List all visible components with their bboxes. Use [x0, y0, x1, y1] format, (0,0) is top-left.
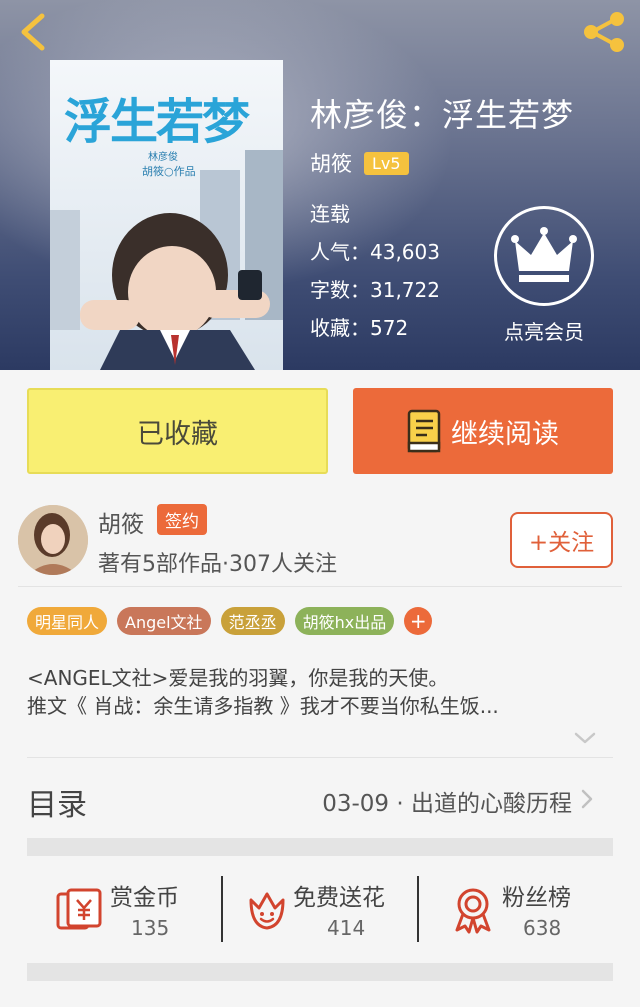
catalog-row[interactable]: 目录 03-09 · 出道的心酸历程	[0, 758, 640, 838]
follow-button[interactable]: +关注	[510, 512, 613, 568]
tag-list: 明星同人 Angel文社 范丞丞 胡筱hx出品 +	[27, 606, 433, 636]
book-info: 林彦俊：浮生若梦 胡筱 Lv5 连载 人气：43,603 字数：31,722 收…	[310, 90, 575, 340]
coin-envelope-icon	[56, 888, 102, 930]
divider	[18, 586, 622, 587]
author-works-summary: 著有5部作品·307人关注	[98, 552, 337, 577]
cover-subtitle: 林彦俊	[148, 150, 178, 163]
reward-coins-label: 赏金币	[110, 885, 179, 911]
cover-artwork: 浮生若梦 林彦俊 胡筱○作品	[50, 60, 283, 370]
send-flower-label: 免费送花	[293, 885, 385, 911]
fan-ranking-value: 638	[523, 916, 562, 940]
tag-chip[interactable]: 明星同人	[27, 607, 108, 635]
signed-badge: 签约	[157, 504, 207, 535]
add-tag-button[interactable]: +	[404, 607, 433, 635]
cover-title: 浮生若梦	[64, 94, 250, 150]
book-icon	[407, 409, 441, 453]
send-flower-button[interactable]: 免费送花 414	[223, 856, 417, 963]
description-line-2: 推文《 肖战：余生请多指教 》我才不要当你私生饭...	[27, 694, 499, 718]
book-title: 林彦俊：浮生若梦	[310, 96, 575, 134]
avatar[interactable]	[18, 505, 88, 575]
book-status: 连载	[310, 202, 350, 226]
action-bar: 已收藏 继续阅读	[0, 370, 640, 490]
reward-coins-value: 135	[131, 916, 170, 940]
section-separator	[27, 838, 613, 856]
cover-credit: 胡筱○作品	[142, 164, 196, 178]
back-button[interactable]	[14, 10, 58, 54]
catalog-title: 目录	[27, 788, 87, 823]
fan-ranking-button[interactable]: 粉丝榜 638	[419, 856, 640, 963]
send-flower-value: 414	[327, 916, 366, 940]
fan-ranking-label: 粉丝榜	[502, 885, 571, 911]
book-cover[interactable]: 浮生若梦 林彦俊 胡筱○作品	[50, 60, 283, 370]
latest-chapter: 03-09 · 出道的心酸历程	[322, 791, 572, 817]
share-button[interactable]	[578, 10, 630, 54]
book-favorites: 收藏：572	[310, 316, 409, 340]
tag-chip[interactable]: Angel文社	[117, 607, 211, 635]
author-profile: 胡筱 签约 著有5部作品·307人关注 +关注	[0, 490, 640, 588]
avatar-image	[18, 505, 88, 575]
chevron-right-icon	[581, 789, 593, 809]
chevron-down-icon[interactable]	[573, 730, 597, 746]
book-header: 浮生若梦 林彦俊 胡筱○作品 林彦俊：浮生若梦 胡筱 Lv5 连载 人气：43,…	[0, 0, 640, 370]
reward-coins-button[interactable]: 赏金币 135	[0, 856, 222, 963]
book-author-row: 胡筱 Lv5	[310, 148, 409, 178]
book-author[interactable]: 胡筱	[310, 148, 352, 178]
author-level-badge: Lv5	[364, 151, 409, 175]
collected-label: 已收藏	[137, 418, 218, 450]
chevron-left-icon	[21, 13, 45, 51]
vip-label: 点亮会员	[504, 320, 584, 344]
book-popularity: 人气：43,603	[310, 240, 440, 264]
tag-chip[interactable]: 范丞丞	[220, 607, 285, 635]
vip-button[interactable]: 点亮会员	[494, 206, 594, 346]
follow-label: +关注	[528, 530, 595, 556]
share-icon	[584, 12, 624, 52]
book-description[interactable]: <ANGEL文社>爱是我的羽翼，你是我的天使。 推文《 肖战：余生请多指教 》我…	[27, 664, 607, 720]
book-word-count: 字数：31,722	[310, 278, 440, 302]
description-line-1: <ANGEL文社>爱是我的羽翼，你是我的天使。	[27, 666, 449, 690]
ribbon-badge-icon	[455, 888, 491, 934]
flower-icon	[249, 892, 285, 930]
reward-bar: 赏金币 135 免费送花 414 粉丝榜 638	[0, 856, 640, 963]
continue-reading-label: 继续阅读	[451, 418, 559, 450]
collected-button[interactable]: 已收藏	[27, 388, 328, 474]
continue-reading-button[interactable]: 继续阅读	[353, 388, 613, 474]
vip-circle	[494, 206, 594, 306]
section-separator	[27, 963, 613, 981]
crown-icon	[511, 227, 577, 282]
author-name[interactable]: 胡筱	[98, 505, 144, 539]
tag-chip[interactable]: 胡筱hx出品	[294, 607, 395, 635]
